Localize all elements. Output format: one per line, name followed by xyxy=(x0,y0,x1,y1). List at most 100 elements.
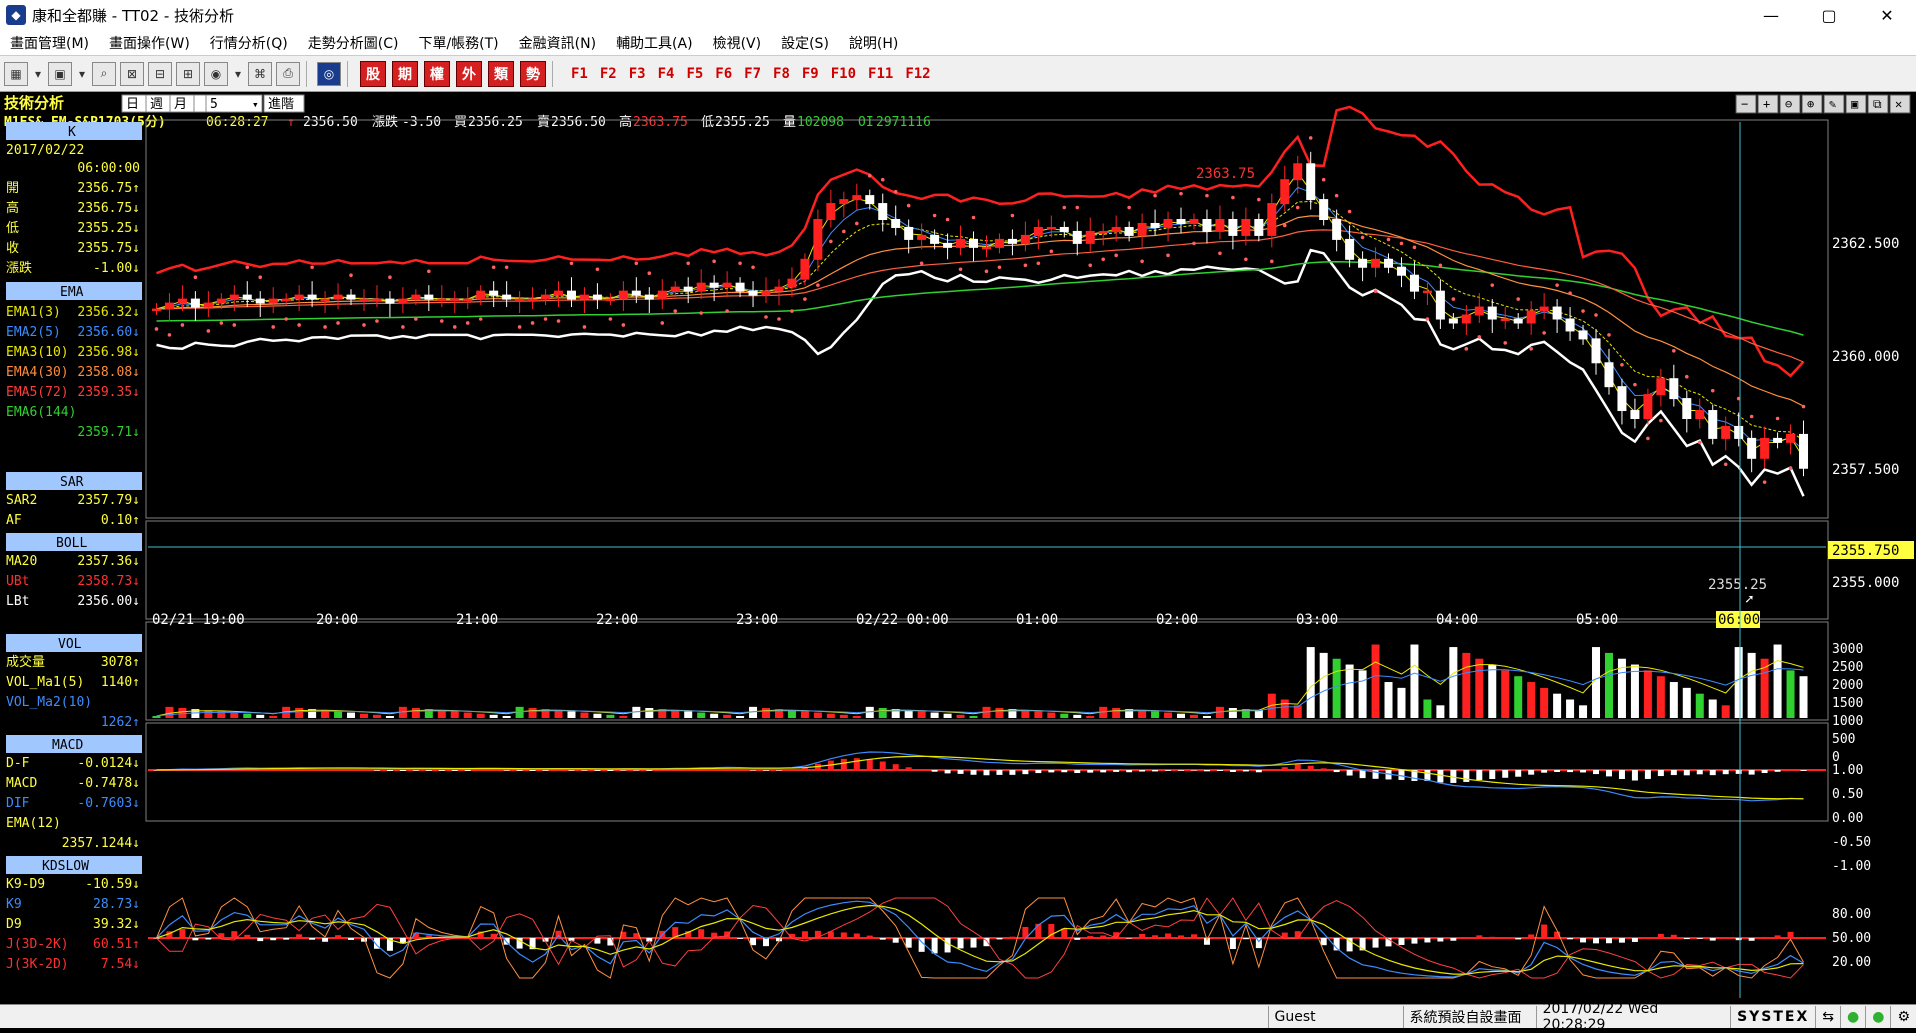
dropdown-icon-2[interactable]: ▾ xyxy=(76,62,88,86)
trend-button[interactable]: 勢 xyxy=(520,60,546,87)
menu-help[interactable]: 說明(H) xyxy=(839,33,908,53)
search-icon[interactable]: ⌕ xyxy=(92,61,116,86)
menu-finance-info[interactable]: 金融資訊(N) xyxy=(509,33,606,53)
volume-bar xyxy=(969,715,978,718)
f12-key[interactable]: F12 xyxy=(905,66,930,82)
sar-dot xyxy=(543,317,548,321)
close-window-icon[interactable]: ⊠ xyxy=(120,61,144,86)
macd-hist-bar xyxy=(1294,764,1301,771)
mouse-cursor-icon: ➚ xyxy=(1745,592,1753,608)
save-icon-glyph: ▣ xyxy=(1851,97,1858,111)
volume-bar xyxy=(1527,682,1536,718)
candle-body xyxy=(437,298,447,302)
menu-order[interactable]: 下單/帳務(T) xyxy=(408,33,508,53)
candle-body xyxy=(1487,306,1497,320)
kd-hist-bar xyxy=(1190,934,1197,939)
f4-key[interactable]: F4 xyxy=(658,66,675,82)
chart-canvas[interactable]: 技術分析 日 週 月 5 ▾ 進階 −+⊖⊕✎▣⧉✕ M1ES& EM-S&P1… xyxy=(0,92,1916,1002)
volume-bar xyxy=(1643,670,1652,718)
globe-icon[interactable]: ◉ xyxy=(204,61,228,86)
macd-hist-bar xyxy=(672,769,679,771)
sar-dot xyxy=(1412,245,1417,250)
minimize-button[interactable]: — xyxy=(1742,0,1800,30)
candle-body xyxy=(398,298,408,304)
link-icon[interactable]: ⌘ xyxy=(248,61,272,86)
stock-button[interactable]: 股 xyxy=(360,60,386,87)
macd-value: -0.7478↓ xyxy=(77,776,140,791)
f10-key[interactable]: F10 xyxy=(831,66,856,82)
f3-key[interactable]: F3 xyxy=(629,66,646,82)
macd-hist-bar xyxy=(1683,770,1690,776)
kd-hist-bar xyxy=(931,938,938,954)
futures-button[interactable]: 期 xyxy=(392,60,418,87)
menu-quotes[interactable]: 行情分析(Q) xyxy=(200,33,298,53)
macd-hist-bar xyxy=(970,770,977,775)
f1-key[interactable]: F1 xyxy=(571,66,588,82)
settings-icon[interactable]: ⚙ xyxy=(1890,1005,1916,1028)
volume-bar xyxy=(1319,652,1328,718)
menu-view[interactable]: 檢視(V) xyxy=(703,33,772,53)
kd-hist-bar xyxy=(1476,935,1483,939)
macd-hist-bar xyxy=(996,770,1003,775)
kd-hist-bar xyxy=(1268,937,1275,939)
candle-body xyxy=(1150,222,1160,228)
dropdown-icon-3[interactable]: ▾ xyxy=(232,62,244,86)
macd-hist-bar xyxy=(1735,770,1742,774)
status-default-screen[interactable]: 系統預設自設畫面 xyxy=(1402,1005,1536,1028)
f6-key[interactable]: F6 xyxy=(715,66,732,82)
logo-icon[interactable]: ◎ xyxy=(317,61,341,86)
layout-icon[interactable]: ▦ xyxy=(4,61,28,86)
macd-hist-bar xyxy=(698,768,705,771)
candle-body xyxy=(1358,258,1368,268)
sar-dot xyxy=(816,283,820,287)
f2-key[interactable]: F2 xyxy=(600,66,617,82)
menu-trend-chart[interactable]: 走勢分析圖(C) xyxy=(298,33,409,53)
open-label: 開 xyxy=(6,181,19,196)
tile-icon[interactable]: ⊟ xyxy=(148,61,172,86)
volume-bar xyxy=(619,715,628,718)
candle-body xyxy=(1617,386,1627,412)
sar-dot xyxy=(1140,259,1144,264)
high-value-info: 2356.75↓ xyxy=(77,201,140,216)
f5-key[interactable]: F5 xyxy=(686,66,703,82)
period-minute-button[interactable] xyxy=(193,94,207,113)
macd-hist-bar xyxy=(1100,770,1107,773)
print-icon[interactable]: ⎙ xyxy=(276,61,300,86)
f9-key[interactable]: F9 xyxy=(802,66,819,82)
foreign-button[interactable]: 外 xyxy=(456,60,482,87)
sar-dot xyxy=(621,323,626,327)
menu-settings[interactable]: 設定(S) xyxy=(771,33,839,53)
menu-screen-mgmt[interactable]: 畫面管理(M) xyxy=(0,33,99,53)
category-button[interactable]: 類 xyxy=(488,60,514,87)
f11-key[interactable]: F11 xyxy=(868,66,893,82)
ema-label-3: EMA3(10) xyxy=(6,345,69,360)
menu-tools[interactable]: 輔助工具(A) xyxy=(606,33,703,53)
candle-body xyxy=(502,294,512,300)
cascade-icon[interactable]: ⊞ xyxy=(176,61,200,86)
menu-screen-ops[interactable]: 畫面操作(W) xyxy=(99,33,200,53)
volume-bar xyxy=(1566,699,1575,718)
macd-hist-bar xyxy=(1178,770,1185,771)
time-tick-7: 01:00 xyxy=(1016,612,1058,628)
sar-dot xyxy=(1127,205,1131,210)
candle-body xyxy=(1046,226,1056,230)
close-button[interactable]: ✕ xyxy=(1858,0,1916,30)
volume-bar xyxy=(334,711,343,718)
chart-tool-icons: − + ⊖ ⊕ ✎ ▣ ⧉ ✕ xyxy=(1735,94,1911,114)
save-layout-icon[interactable]: ▣ xyxy=(48,61,72,86)
kd-hist-bar xyxy=(283,938,290,940)
macd-tick-4: -0.50 xyxy=(1832,835,1871,850)
candle-body xyxy=(1007,238,1017,244)
macd-hist-bar xyxy=(270,769,277,771)
maximize-button[interactable]: ▢ xyxy=(1800,0,1858,30)
dropdown-icon[interactable]: ▾ xyxy=(32,62,44,86)
f7-key[interactable]: F7 xyxy=(744,66,761,82)
options-button[interactable]: 權 xyxy=(424,60,450,87)
sar-dot xyxy=(297,323,301,327)
candle-body xyxy=(1409,274,1419,292)
f8-key[interactable]: F8 xyxy=(773,66,790,82)
volume-bar xyxy=(1553,693,1562,718)
macd-hist-bar xyxy=(542,770,549,771)
high-label: 高 xyxy=(619,114,632,130)
volume-bar xyxy=(1228,707,1237,718)
